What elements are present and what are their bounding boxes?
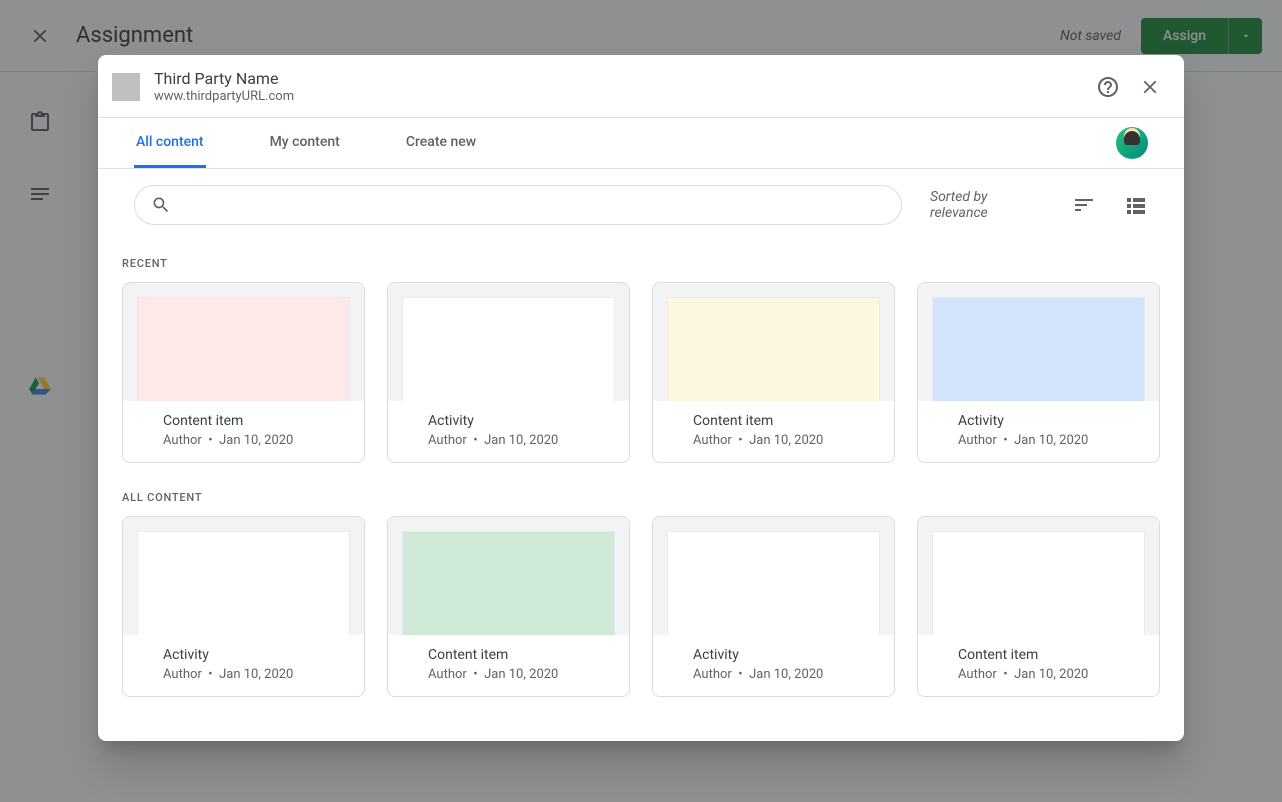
tab-create-new[interactable]: Create new: [404, 118, 478, 168]
card-meta: Activity Author • Jan 10, 2020: [388, 401, 629, 462]
card-thumb-wrap: [388, 517, 629, 635]
content-picker-modal: Third Party Name www.thirdpartyURL.com A…: [98, 55, 1184, 741]
card-thumb-wrap: [123, 283, 364, 401]
card-thumbnail: [667, 531, 880, 635]
third-party-logo: [112, 73, 140, 101]
card-subtitle: Author • Jan 10, 2020: [693, 667, 854, 682]
all-content-grid: ActivityAuthor • Jan 10, 2020Content ite…: [122, 516, 1160, 697]
card-thumbnail: [137, 297, 350, 401]
card-thumb-wrap: [918, 517, 1159, 635]
card-title: Content item: [428, 647, 589, 663]
card-meta: Content item Author • Jan 10, 2020: [123, 401, 364, 462]
sort-icon[interactable]: [1072, 193, 1096, 217]
content-card[interactable]: Content item Author • Jan 10, 2020: [387, 516, 630, 697]
card-thumb-wrap: [388, 283, 629, 401]
card-subtitle: Author • Jan 10, 2020: [428, 433, 589, 448]
help-icon[interactable]: [1096, 75, 1120, 99]
card-title: Content item: [958, 647, 1119, 663]
content-card[interactable]: Activity Author • Jan 10, 2020: [652, 516, 895, 697]
card-subtitle: Author • Jan 10, 2020: [163, 433, 324, 448]
content-card[interactable]: Content item Author • Jan 10, 2020: [652, 282, 895, 463]
card-title: Activity: [958, 413, 1119, 429]
card-subtitle: Author • Jan 10, 2020: [958, 433, 1119, 448]
card-thumbnail: [402, 531, 615, 635]
card-thumbnail: [402, 297, 615, 401]
section-all-label: ALL CONTENT: [122, 491, 1160, 504]
card-meta: Activity Author • Jan 10, 2020: [918, 401, 1159, 462]
modal-tabs: All content My content Create new: [98, 118, 1184, 169]
section-recent-label: RECENT: [122, 257, 1160, 270]
card-subtitle: Author • Jan 10, 2020: [428, 667, 589, 682]
card-title: Activity: [693, 647, 854, 663]
card-thumb-wrap: [918, 283, 1159, 401]
card-meta: Activity Author • Jan 10, 2020: [123, 635, 364, 696]
tab-all-content[interactable]: All content: [134, 118, 206, 168]
third-party-url: www.thirdpartyURL.com: [154, 89, 294, 105]
view-list-icon[interactable]: [1124, 193, 1148, 217]
card-title: Content item: [693, 413, 854, 429]
card-title: Activity: [163, 647, 324, 663]
search-input-wrapper[interactable]: [134, 185, 902, 225]
card-meta: Content item Author • Jan 10, 2020: [918, 635, 1159, 696]
card-subtitle: Author • Jan 10, 2020: [693, 433, 854, 448]
search-input[interactable]: [183, 197, 885, 213]
close-modal-icon[interactable]: [1138, 75, 1162, 99]
card-thumbnail: [137, 531, 350, 635]
recent-grid: Content itemAuthor • Jan 10, 2020Activit…: [122, 282, 1160, 463]
modal-toolbar: Sorted by relevance: [98, 169, 1184, 225]
modal-content: RECENT Content item Author • Jan 10, 2020…: [98, 225, 1184, 741]
card-subtitle: Author • Jan 10, 2020: [163, 667, 324, 682]
content-card[interactable]: Activity Author • Jan 10, 2020: [122, 516, 365, 697]
card-thumbnail: [932, 531, 1145, 635]
card-title: Content item: [163, 413, 324, 429]
card-thumbnail: [932, 297, 1145, 401]
sort-label: Sorted by relevance: [930, 189, 1044, 221]
card-meta: Activity Author • Jan 10, 2020: [653, 635, 894, 696]
card-thumb-wrap: [653, 517, 894, 635]
avatar[interactable]: [1116, 127, 1148, 159]
card-meta: Content item Author • Jan 10, 2020: [653, 401, 894, 462]
card-thumb-wrap: [123, 517, 364, 635]
card-meta: Content item Author • Jan 10, 2020: [388, 635, 629, 696]
card-subtitle: Author • Jan 10, 2020: [958, 667, 1119, 682]
card-thumb-wrap: [653, 283, 894, 401]
third-party-name: Third Party Name: [154, 69, 294, 89]
modal-header: Third Party Name www.thirdpartyURL.com: [98, 55, 1184, 118]
content-card[interactable]: Content item Author • Jan 10, 2020: [122, 282, 365, 463]
card-thumbnail: [667, 297, 880, 401]
card-title: Activity: [428, 413, 589, 429]
search-icon: [151, 195, 171, 215]
content-card[interactable]: Activity Author • Jan 10, 2020: [917, 282, 1160, 463]
content-card[interactable]: Activity Author • Jan 10, 2020: [387, 282, 630, 463]
tab-my-content[interactable]: My content: [268, 118, 342, 168]
content-card[interactable]: Content item Author • Jan 10, 2020: [917, 516, 1160, 697]
